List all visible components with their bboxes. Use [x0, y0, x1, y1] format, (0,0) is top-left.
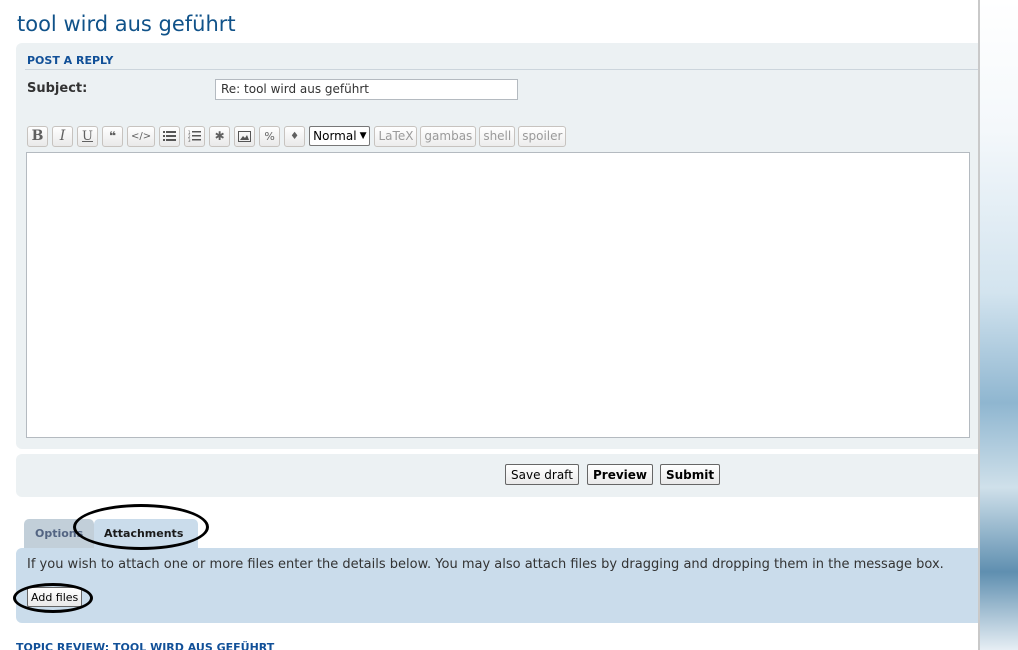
image-button[interactable] — [234, 125, 256, 147]
submit-button[interactable]: Submit — [660, 464, 721, 485]
font-color-button[interactable]: ♦ — [284, 125, 306, 147]
page-title: tool wird aus geführt — [17, 12, 236, 36]
page: tool wird aus geführt POST A REPLY Subje… — [0, 0, 978, 650]
subject-label: Subject: — [27, 81, 88, 96]
font-size-select[interactable]: Normal ▼ — [309, 126, 371, 146]
link-button[interactable]: % — [259, 125, 281, 147]
droplet-icon: ♦ — [290, 130, 300, 142]
list-icon — [163, 130, 177, 141]
tab-options[interactable]: Options — [24, 519, 94, 548]
numbered-list-icon: 1 2 3 — [188, 130, 202, 142]
italic-button[interactable]: I — [52, 125, 73, 147]
attachments-help-text: If you wish to attach one or more files … — [27, 557, 944, 572]
list-item-button[interactable]: ✱ — [209, 125, 231, 147]
quote-button[interactable]: ❝ — [102, 125, 123, 147]
list-button[interactable] — [159, 125, 181, 147]
bold-button[interactable]: B — [27, 125, 48, 147]
link-icon: % — [264, 129, 275, 143]
post-reply-panel: POST A REPLY Subject: Re: tool wird aus … — [16, 43, 978, 449]
add-files-button[interactable]: Add files — [27, 587, 83, 607]
underline-button[interactable]: U — [77, 125, 98, 147]
chevron-down-icon: ▼ — [359, 131, 367, 141]
message-textarea[interactable] — [26, 152, 970, 438]
post-reply-heading: POST A REPLY — [27, 54, 114, 67]
save-draft-button[interactable]: Save draft — [505, 464, 579, 485]
code-button[interactable]: </> — [127, 125, 156, 147]
font-size-value: Normal — [313, 129, 357, 143]
gambas-button[interactable]: gambas — [420, 125, 477, 147]
image-icon — [238, 130, 252, 142]
subject-input[interactable]: Re: tool wird aus geführt — [215, 79, 518, 100]
code-icon: </> — [131, 130, 152, 142]
shell-button[interactable]: shell — [479, 125, 516, 147]
topic-review-heading: TOPIC REVIEW: TOOL WIRD AUS GEFÜHRT — [16, 641, 275, 650]
asterisk-icon: ✱ — [214, 129, 225, 143]
latex-button[interactable]: LaTeX — [374, 125, 418, 147]
numbered-list-button[interactable]: 1 2 3 — [184, 125, 206, 147]
background-image — [980, 0, 1018, 650]
bbcode-toolbar: B I U ❝ </> 1 2 3 ✱ % ♦ Normal ▼ LaTeX g… — [27, 125, 569, 147]
submit-bar: Save draft Preview Submit — [16, 454, 978, 497]
quote-icon: ❝ — [108, 129, 117, 143]
tab-attachments[interactable]: Attachments — [94, 519, 198, 548]
attachments-panel: If you wish to attach one or more files … — [16, 548, 978, 623]
page-edge — [978, 0, 980, 650]
preview-button[interactable]: Preview — [587, 464, 654, 485]
svg-text:3: 3 — [188, 138, 191, 142]
divider — [25, 69, 978, 70]
spoiler-button[interactable]: spoiler — [518, 125, 567, 147]
